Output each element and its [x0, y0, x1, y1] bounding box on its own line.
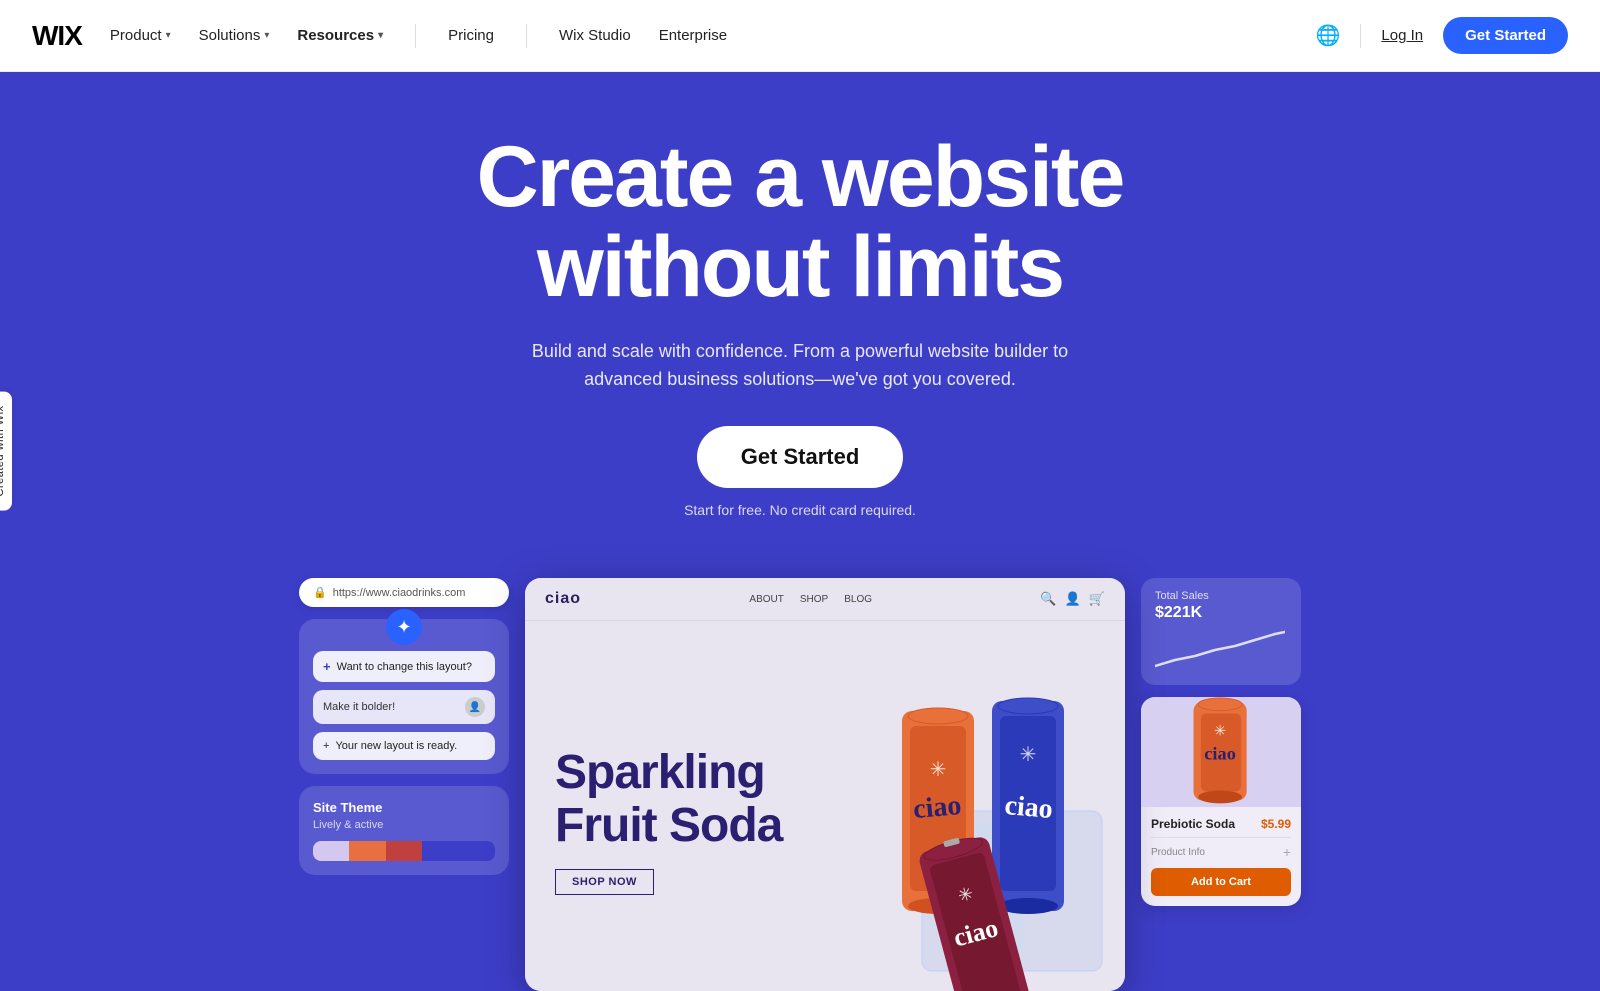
hero-cta-note: Start for free. No credit card required. [320, 502, 1280, 518]
svg-text:✳: ✳ [930, 759, 947, 781]
color-swatch-3 [386, 841, 422, 861]
ai-message-1: + Want to change this layout? [313, 651, 495, 682]
color-swatch-4 [422, 841, 495, 861]
cart-icon: 🛒 [1089, 591, 1105, 607]
nav-item-product[interactable]: Product ▾ [110, 27, 171, 44]
hero-text-area: Create a website without limits Build an… [300, 72, 1300, 558]
demo-area: 🔒 https://www.ciaodrinks.com ✦ + Want to… [200, 558, 1400, 991]
hero-section: Create a website without limits Build an… [0, 0, 1600, 991]
nav-divider-3 [1360, 24, 1361, 48]
site-hero-area: SparklingFruit Soda SHOP NOW ciao [525, 621, 1125, 991]
product-info-label: Product Info [1151, 847, 1205, 858]
svg-text:ciao: ciao [1204, 744, 1236, 764]
add-to-cart-button[interactable]: Add to Cart [1151, 868, 1291, 896]
color-swatch-1 [313, 841, 349, 861]
product-info-plus-icon[interactable]: + [1283, 844, 1291, 860]
nav-divider-2 [526, 24, 527, 48]
sales-card-title: Total Sales [1155, 590, 1287, 602]
user-avatar: 👤 [465, 697, 485, 717]
nav-divider [415, 24, 416, 48]
nav-item-enterprise[interactable]: Enterprise [659, 27, 727, 44]
product-name-row: Prebiotic Soda $5.99 [1151, 817, 1291, 831]
url-bar: 🔒 https://www.ciaodrinks.com [299, 578, 509, 607]
login-link[interactable]: Log In [1381, 27, 1423, 44]
product-price: $5.99 [1261, 817, 1291, 831]
site-hero-text: SparklingFruit Soda SHOP NOW [555, 747, 782, 895]
ai-response: + Your new layout is ready. [313, 732, 495, 760]
color-swatch-2 [349, 841, 385, 861]
svg-text:ciao: ciao [912, 790, 963, 825]
chevron-down-icon: ▾ [166, 30, 171, 41]
product-info-row: Product Info + [1151, 837, 1291, 860]
sales-chart [1155, 628, 1287, 673]
cans-illustration: ciao ✳ ciao [802, 651, 1125, 991]
url-text: https://www.ciaodrinks.com [333, 587, 466, 599]
nav-get-started-button[interactable]: Get Started [1443, 17, 1568, 54]
left-panel: 🔒 https://www.ciaodrinks.com ✦ + Want to… [299, 578, 509, 875]
chevron-down-icon: ▾ [378, 30, 383, 41]
sales-card: Total Sales $221K [1141, 578, 1301, 685]
nav-item-solutions[interactable]: Solutions ▾ [199, 27, 270, 44]
color-palette [313, 841, 495, 861]
lock-icon: 🔒 [313, 586, 327, 599]
site-preview-icons: 🔍 👤 🛒 [1040, 591, 1105, 607]
globe-icon[interactable]: 🌐 [1316, 23, 1341, 48]
product-name: Prebiotic Soda [1151, 817, 1235, 831]
sales-card-amount: $221K [1155, 604, 1287, 622]
site-hero-heading: SparklingFruit Soda [555, 747, 782, 853]
nav-item-resources[interactable]: Resources ▾ [297, 27, 383, 44]
navbar: WIX Product ▾ Solutions ▾ Resources ▾ Pr… [0, 0, 1600, 72]
right-panel: Total Sales $221K ciao [1141, 578, 1301, 906]
svg-text:✳: ✳ [1020, 744, 1037, 766]
nav-item-pricing[interactable]: Pricing [448, 27, 494, 44]
svg-text:ciao: ciao [1004, 790, 1055, 825]
wix-side-tab: Created with Wix [0, 391, 12, 510]
site-hero-image: ciao ✳ ciao [802, 651, 1125, 991]
site-preview-links: ABOUT SHOP BLOG [749, 594, 872, 605]
site-preview-navbar: ciao ABOUT SHOP BLOG 🔍 👤 🛒 [525, 578, 1125, 621]
site-theme-title: Site Theme [313, 800, 495, 815]
site-preview: ciao ABOUT SHOP BLOG 🔍 👤 🛒 SparklingFrui… [525, 578, 1125, 991]
site-theme-subtitle: Lively & active [313, 819, 495, 831]
chevron-down-icon: ▾ [264, 30, 269, 41]
search-icon: 🔍 [1040, 591, 1056, 607]
hero-subtitle: Build and scale with confidence. From a … [520, 337, 1080, 395]
user-icon: 👤 [1065, 591, 1081, 607]
nav-item-wix-studio[interactable]: Wix Studio [559, 27, 631, 44]
ai-star-icon: ✦ [386, 609, 422, 645]
site-theme-card: Site Theme Lively & active [299, 786, 509, 875]
product-card-image: ciao ✳ [1141, 697, 1301, 807]
hero-title: Create a website without limits [320, 132, 1280, 313]
svg-text:✳: ✳ [1214, 724, 1226, 740]
product-card: ciao ✳ Prebiotic Soda $5.99 Product Info… [1141, 697, 1301, 906]
hero-cta-button[interactable]: Get Started [697, 426, 904, 488]
site-shop-button[interactable]: SHOP NOW [555, 869, 654, 895]
ai-input-field[interactable]: Make it bolder! 👤 [313, 690, 495, 724]
wix-logo[interactable]: WIX [32, 20, 82, 52]
product-card-body: Prebiotic Soda $5.99 Product Info + Add … [1141, 807, 1301, 906]
ai-chat-card: ✦ + Want to change this layout? Make it … [299, 619, 509, 774]
site-preview-logo: ciao [545, 590, 581, 608]
